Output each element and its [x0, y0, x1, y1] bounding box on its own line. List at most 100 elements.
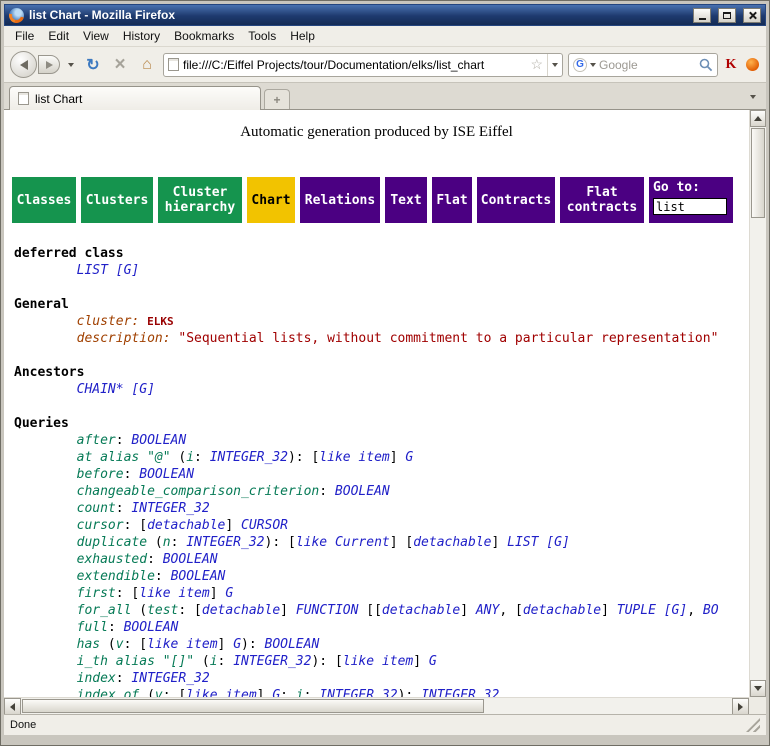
scroll-up-button[interactable] [750, 110, 766, 127]
menu-tools[interactable]: Tools [241, 27, 283, 45]
class-link[interactable]: LIST [G] [77, 263, 140, 278]
menu-file[interactable]: File [8, 27, 41, 45]
extension-icon-k[interactable] [723, 56, 739, 74]
horizontal-scrollbar[interactable] [4, 697, 749, 714]
class-link[interactable]: TUPLE [G] [617, 603, 687, 618]
menu-help[interactable]: Help [283, 27, 322, 45]
class-link[interactable]: detachable [523, 603, 601, 618]
code-line: CHAIN* [G] [14, 381, 749, 398]
class-link[interactable]: CURSOR [241, 518, 288, 533]
title-bar[interactable]: list Chart - Mozilla Firefox [4, 4, 766, 26]
class-link[interactable]: BOOLEAN [124, 620, 179, 635]
nav-button-clusters[interactable]: Clusters [81, 177, 153, 223]
class-link[interactable]: like item [139, 586, 209, 601]
class-link[interactable]: INTEGER_32 [233, 654, 311, 669]
search-bar[interactable]: Google [568, 53, 718, 77]
google-engine-icon[interactable] [573, 58, 587, 72]
resize-grip[interactable] [746, 718, 760, 732]
nav-button-chart[interactable]: Chart [247, 177, 295, 223]
class-link[interactable]: like item [186, 688, 256, 697]
vertical-scrollbar-thumb[interactable] [751, 128, 765, 218]
scroll-right-button[interactable] [732, 698, 749, 715]
class-link[interactable]: FUNCTION [296, 603, 359, 618]
class-link[interactable]: ANY [476, 603, 499, 618]
nav-button-flat[interactable]: Flat [432, 177, 472, 223]
class-link[interactable]: INTEGER_32 [319, 688, 397, 697]
history-dropdown-button[interactable] [65, 55, 77, 74]
class-link[interactable]: BO [703, 603, 719, 618]
class-link[interactable]: like Current [296, 535, 390, 550]
code-text: ] [601, 603, 617, 618]
back-button[interactable] [10, 51, 37, 78]
scroll-down-button[interactable] [750, 680, 766, 697]
close-button[interactable] [743, 8, 761, 23]
tab-list-chart[interactable]: list Chart [9, 86, 261, 110]
class-link[interactable]: detachable [147, 518, 225, 533]
menu-view[interactable]: View [76, 27, 116, 45]
stop-button[interactable] [109, 54, 131, 76]
nav-button-cluster-hierarchy[interactable]: Cluster hierarchy [158, 177, 242, 223]
code-text: ): [241, 637, 264, 652]
menu-edit[interactable]: Edit [41, 27, 76, 45]
class-link[interactable]: G [272, 688, 280, 697]
scroll-left-button[interactable] [4, 698, 21, 715]
menu-history[interactable]: History [116, 27, 167, 45]
refresh-button[interactable] [82, 54, 104, 76]
maximize-button[interactable] [718, 8, 736, 23]
code-text: : [108, 620, 124, 635]
class-link[interactable]: G [233, 637, 241, 652]
class-link[interactable]: INTEGER_32 [421, 688, 499, 697]
nav-button-flat-contracts[interactable]: Flat contracts [560, 177, 644, 223]
class-link[interactable]: G [405, 450, 413, 465]
extension-icon-orange[interactable] [744, 56, 760, 74]
url-bar[interactable]: file:///C:/Eiffel Projects/tour/Document… [163, 53, 563, 77]
vertical-scrollbar-track[interactable] [750, 219, 766, 680]
class-link[interactable]: BOOLEAN [139, 467, 194, 482]
home-button[interactable] [136, 54, 158, 76]
horizontal-scrollbar-track[interactable] [485, 698, 732, 714]
class-link[interactable]: BOOLEAN [171, 569, 226, 584]
class-link[interactable]: BOOLEAN [335, 484, 390, 499]
search-icon[interactable] [699, 58, 713, 72]
class-link[interactable]: detachable [202, 603, 280, 618]
search-placeholder[interactable]: Google [599, 58, 696, 72]
horizontal-scrollbar-thumb[interactable] [22, 699, 484, 713]
class-link[interactable]: INTEGER_32 [131, 501, 209, 516]
class-link[interactable]: BOOLEAN [163, 552, 218, 567]
nav-button-contracts[interactable]: Contracts [477, 177, 555, 223]
class-link[interactable]: G [225, 586, 233, 601]
url-text[interactable]: file:///C:/Eiffel Projects/tour/Document… [183, 58, 526, 72]
class-link[interactable]: INTEGER_32 [210, 450, 288, 465]
code-text: ): [398, 688, 421, 697]
nav-button-relations[interactable]: Relations [300, 177, 380, 223]
list-all-tabs-button[interactable] [744, 88, 762, 106]
class-link[interactable]: detachable [382, 603, 460, 618]
nav-button-text[interactable]: Text [385, 177, 427, 223]
goto-input[interactable] [653, 198, 727, 215]
vertical-scrollbar[interactable] [749, 110, 766, 697]
code-text: changeable_comparison_criterion [77, 484, 320, 499]
class-link[interactable]: G [429, 654, 437, 669]
search-engine-dropdown-icon[interactable] [590, 63, 596, 67]
code-text: : [ [178, 603, 201, 618]
url-dropdown-button[interactable] [547, 54, 562, 76]
bookmark-star-icon[interactable] [530, 56, 543, 74]
class-link[interactable]: like item [319, 450, 389, 465]
code-text: ): [ [311, 654, 342, 669]
minimize-button[interactable] [693, 8, 711, 23]
class-link[interactable]: like item [343, 654, 413, 669]
new-tab-button[interactable] [264, 89, 290, 109]
nav-button-classes[interactable]: Classes [12, 177, 76, 223]
class-link[interactable]: INTEGER_32 [131, 671, 209, 686]
class-link[interactable]: BOOLEAN [131, 433, 186, 448]
code-text [14, 314, 77, 329]
class-link[interactable]: LIST [G] [507, 535, 570, 550]
code-text: has [77, 637, 100, 652]
forward-button[interactable] [38, 55, 60, 74]
class-link[interactable]: INTEGER_32 [186, 535, 264, 550]
class-link[interactable]: CHAIN* [G] [77, 382, 155, 397]
class-link[interactable]: BOOLEAN [265, 637, 320, 652]
menu-bookmarks[interactable]: Bookmarks [167, 27, 241, 45]
class-link[interactable]: like item [147, 637, 217, 652]
class-link[interactable]: detachable [413, 535, 491, 550]
